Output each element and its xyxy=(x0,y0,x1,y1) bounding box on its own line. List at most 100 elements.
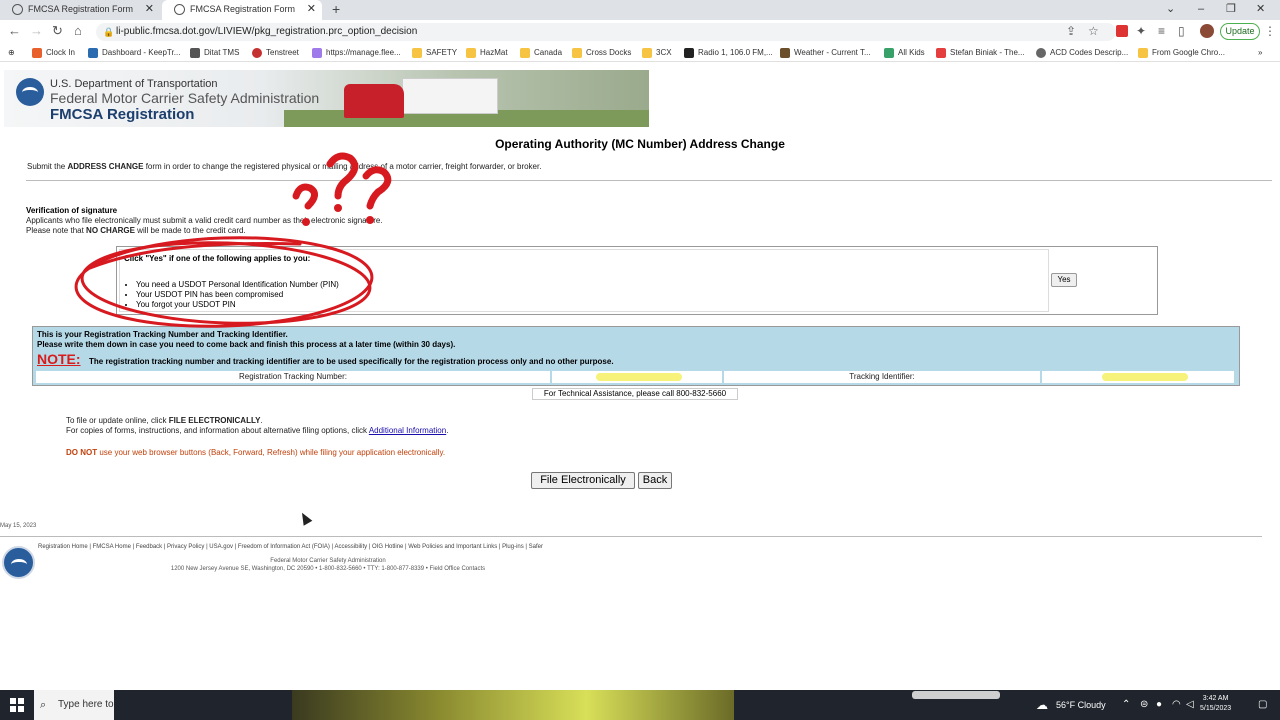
bookmark-item[interactable]: Clock In xyxy=(32,44,75,62)
pin-options-box: Click "Yes" if one of the following appl… xyxy=(116,246,1158,315)
folder-icon xyxy=(412,48,422,58)
footer-address: 1200 New Jersey Avenue SE, Washington, D… xyxy=(170,566,486,572)
banner-title: FMCSA Registration xyxy=(50,106,195,123)
footer-divider xyxy=(0,536,1262,537)
bookmark-icon xyxy=(312,48,322,58)
web-page: U.S. Department of Transportation Federa… xyxy=(0,62,1280,690)
divider xyxy=(26,180,1272,181)
file-online-text: To file or update online, click FILE ELE… xyxy=(66,416,263,425)
new-tab-button[interactable]: + xyxy=(332,0,340,18)
tracking-row: Registration Tracking Number: Tracking I… xyxy=(36,371,1236,383)
close-icon[interactable]: ✕ xyxy=(307,0,316,18)
pin-options-panel: Click "Yes" if one of the following appl… xyxy=(119,249,1049,312)
tab-2[interactable]: FMCSA Registration Form ✕ xyxy=(162,0,322,20)
forward-arrow-icon[interactable]: → xyxy=(30,23,43,38)
bookmark-folder[interactable]: Cross Docks xyxy=(572,44,631,62)
folder-icon xyxy=(466,48,476,58)
scrollbar[interactable] xyxy=(912,691,1000,699)
apps-icon[interactable]: ⊕ xyxy=(8,44,15,62)
reload-icon[interactable]: ↻ xyxy=(52,23,63,39)
home-icon[interactable]: ⌂ xyxy=(74,23,82,38)
file-electronically-button[interactable]: File Electronically xyxy=(531,472,635,489)
chevron-up-icon[interactable]: ⌃ xyxy=(1122,690,1130,720)
restore-icon[interactable]: ❐ xyxy=(1226,0,1236,20)
browser-warning: DO NOT use your web browser buttons (Bac… xyxy=(66,448,446,457)
notification-icon[interactable]: ▢ xyxy=(1258,690,1267,720)
share-icon[interactable]: ⇪ xyxy=(1066,24,1076,38)
registration-tracking-value xyxy=(552,371,722,383)
bookmark-item[interactable]: Radio 1, 106.0 FM,... xyxy=(684,44,773,62)
bookmark-item[interactable]: Dashboard - KeepTr... xyxy=(88,44,180,62)
microphone-icon[interactable]: ● xyxy=(1156,690,1162,720)
tracking-instruction: Please write them down in case you need … xyxy=(37,340,456,349)
calendar-extension-icon[interactable] xyxy=(1116,25,1128,37)
bookmark-item[interactable]: Stefan Biniak - The... xyxy=(936,44,1025,62)
dot-logo-icon xyxy=(16,78,44,106)
banner-dept: U.S. Department of Transportation xyxy=(50,78,218,90)
folder-icon xyxy=(642,48,652,58)
side-panel-icon[interactable]: ▯ xyxy=(1178,24,1185,38)
tracking-panel: This is your Registration Tracking Numbe… xyxy=(32,326,1240,386)
additional-information-link[interactable]: Additional Information xyxy=(369,426,446,435)
folder-icon xyxy=(572,48,582,58)
windows-start-icon[interactable] xyxy=(10,698,24,712)
bookmark-folder[interactable]: HazMat xyxy=(466,44,508,62)
back-button[interactable]: Back xyxy=(638,472,672,489)
list-item: Your USDOT PIN has been compromised xyxy=(136,290,339,300)
weather-widget[interactable]: ☁ 56°F Cloudy xyxy=(1036,690,1106,720)
windows-taskbar: ⌕ Type here to ☁ 56°F Cloudy ⌃ ⊜ ● ◠ ◁ 3… xyxy=(0,690,1280,720)
url-text: li-public.fmcsa.dot.gov/LIVIEW/pkg_regis… xyxy=(116,26,418,37)
close-icon[interactable]: ✕ xyxy=(145,0,154,18)
note-text: The registration tracking number and tra… xyxy=(89,357,614,366)
network-icon[interactable]: ⊜ xyxy=(1140,690,1148,720)
taskbar-search[interactable]: ⌕ Type here to xyxy=(34,690,114,720)
bookmark-item[interactable]: https://manage.flee... xyxy=(312,44,401,62)
volume-icon[interactable]: ◁ xyxy=(1186,690,1194,720)
pin-heading: Click "Yes" if one of the following appl… xyxy=(124,254,311,263)
tab-1[interactable]: FMCSA Registration Form ✕ xyxy=(0,0,160,20)
registration-tracking-label: Registration Tracking Number: xyxy=(36,371,550,383)
bookmark-item[interactable]: Tenstreet xyxy=(252,44,299,62)
chevron-down-icon[interactable]: ⌄ xyxy=(1166,0,1175,20)
bookmark-folder[interactable]: SAFETY xyxy=(412,44,457,62)
tab-title: FMCSA Registration Form xyxy=(28,4,134,14)
list-item: You need a USDOT Personal Identification… xyxy=(136,280,339,290)
bookmark-item[interactable]: Weather - Current T... xyxy=(780,44,871,62)
fmcsa-banner: U.S. Department of Transportation Federa… xyxy=(4,70,649,127)
yes-button[interactable]: Yes xyxy=(1051,273,1077,287)
cloud-icon: ☁ xyxy=(1036,698,1048,712)
bookmark-folder[interactable]: From Google Chro... xyxy=(1138,44,1225,62)
window-close-icon[interactable]: ✕ xyxy=(1256,0,1265,20)
back-arrow-icon[interactable]: ← xyxy=(8,23,21,38)
reading-list-icon[interactable]: ≡ xyxy=(1158,24,1165,38)
bookmark-item[interactable]: Ditat TMS xyxy=(190,44,239,62)
tech-assistance: For Technical Assistance, please call 80… xyxy=(532,388,738,400)
minimize-icon[interactable]: – xyxy=(1198,0,1204,20)
star-icon[interactable]: ☆ xyxy=(1088,24,1099,38)
address-bar[interactable]: 🔒 li-public.fmcsa.dot.gov/LIVIEW/pkg_reg… xyxy=(96,23,1116,41)
wifi-icon[interactable]: ◠ xyxy=(1172,690,1181,720)
bookmark-item[interactable]: ACD Codes Descrip... xyxy=(1036,44,1128,62)
truck-trailer-image xyxy=(402,78,498,114)
page-date: May 15, 2023 xyxy=(0,523,37,529)
update-button[interactable]: Update xyxy=(1220,23,1260,40)
bookmark-item[interactable]: All Kids xyxy=(884,44,925,62)
page-title: Operating Authority (MC Number) Address … xyxy=(495,137,785,151)
footer-links[interactable]: Registration Home | FMCSA Home | Feedbac… xyxy=(38,544,543,550)
system-clock[interactable]: 3:42 AM 5/15/2023 xyxy=(1200,694,1231,714)
tab-title: FMCSA Registration Form xyxy=(190,4,296,14)
list-item: You forgot your USDOT PIN xyxy=(136,300,339,310)
avatar[interactable] xyxy=(1200,24,1214,38)
bookmark-folder[interactable]: Canada xyxy=(520,44,562,62)
banner-agency: Federal Motor Carrier Safety Administrat… xyxy=(50,90,320,106)
footer-agency: Federal Motor Carrier Safety Administrat… xyxy=(270,558,386,564)
youtube-icon xyxy=(936,48,946,58)
menu-icon[interactable]: ⋮ xyxy=(1264,24,1276,38)
globe-icon xyxy=(1036,48,1046,58)
bookmark-folder[interactable]: 3CX xyxy=(642,44,672,62)
bookmark-icon xyxy=(884,48,894,58)
verification-title: Verification of signature xyxy=(26,206,118,215)
lock-icon: 🔒 xyxy=(103,27,115,37)
more-bookmarks-icon[interactable]: » xyxy=(1258,44,1262,62)
puzzle-icon[interactable]: ✦ xyxy=(1136,24,1146,38)
